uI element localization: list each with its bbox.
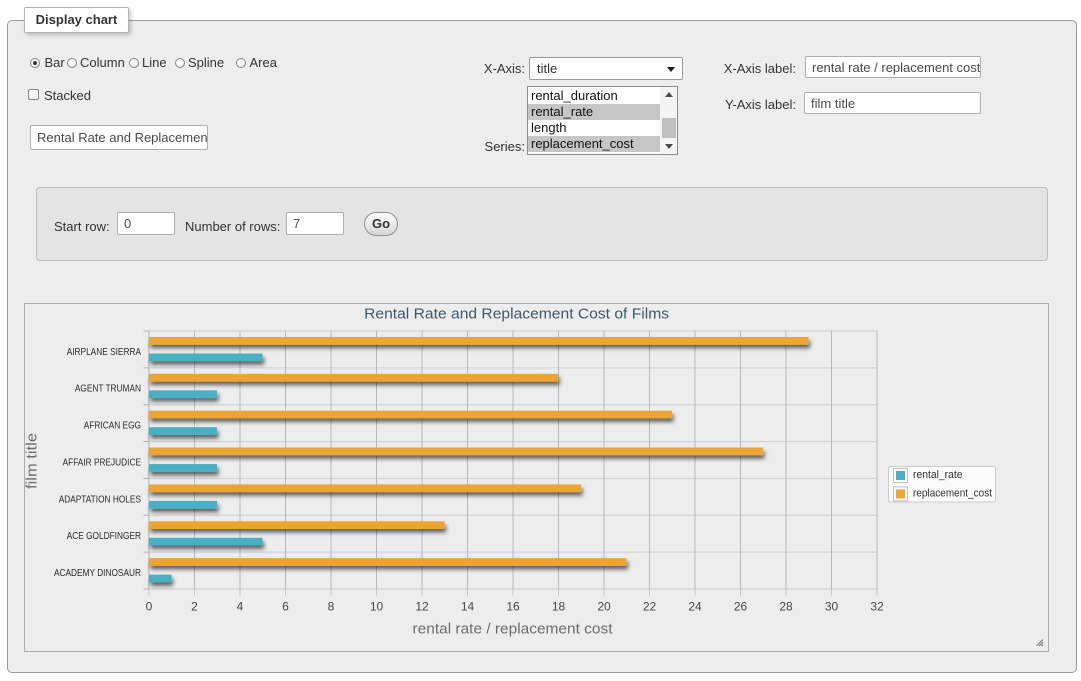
svg-text:16: 16 <box>506 600 520 614</box>
svg-text:12: 12 <box>415 600 429 614</box>
svg-text:26: 26 <box>734 600 748 614</box>
svg-text:6: 6 <box>282 600 289 614</box>
svg-text:22: 22 <box>643 600 657 614</box>
svg-text:Rental Rate and Replacement Co: Rental Rate and Replacement Cost of Film… <box>364 306 669 323</box>
svg-text:film title: film title <box>25 433 40 489</box>
svg-text:14: 14 <box>461 600 475 614</box>
svg-text:AFRICAN EGG: AFRICAN EGG <box>84 421 141 432</box>
svg-text:ACE GOLDFINGER: ACE GOLDFINGER <box>67 531 141 542</box>
svg-text:10: 10 <box>370 600 384 614</box>
svg-text:AGENT TRUMAN: AGENT TRUMAN <box>75 384 141 395</box>
svg-text:32: 32 <box>870 600 884 614</box>
svg-text:8: 8 <box>328 600 335 614</box>
svg-text:30: 30 <box>825 600 839 614</box>
svg-text:2: 2 <box>191 600 198 614</box>
svg-text:AFFAIR PREJUDICE: AFFAIR PREJUDICE <box>63 457 142 468</box>
svg-text:24: 24 <box>688 600 702 614</box>
svg-text:18: 18 <box>552 600 566 614</box>
svg-text:ADAPTATION HOLES: ADAPTATION HOLES <box>59 494 142 505</box>
svg-text:4: 4 <box>237 600 244 614</box>
svg-text:rental rate / replacement cost: rental rate / replacement cost <box>413 621 614 638</box>
svg-text:AIRPLANE SIERRA: AIRPLANE SIERRA <box>67 347 142 358</box>
svg-text:28: 28 <box>779 600 793 614</box>
svg-text:rental_rate: rental_rate <box>913 469 963 481</box>
svg-text:0: 0 <box>146 600 153 614</box>
svg-text:20: 20 <box>597 600 611 614</box>
svg-text:ACADEMY DINOSAUR: ACADEMY DINOSAUR <box>54 568 141 579</box>
svg-text:replacement_cost: replacement_cost <box>913 488 992 500</box>
